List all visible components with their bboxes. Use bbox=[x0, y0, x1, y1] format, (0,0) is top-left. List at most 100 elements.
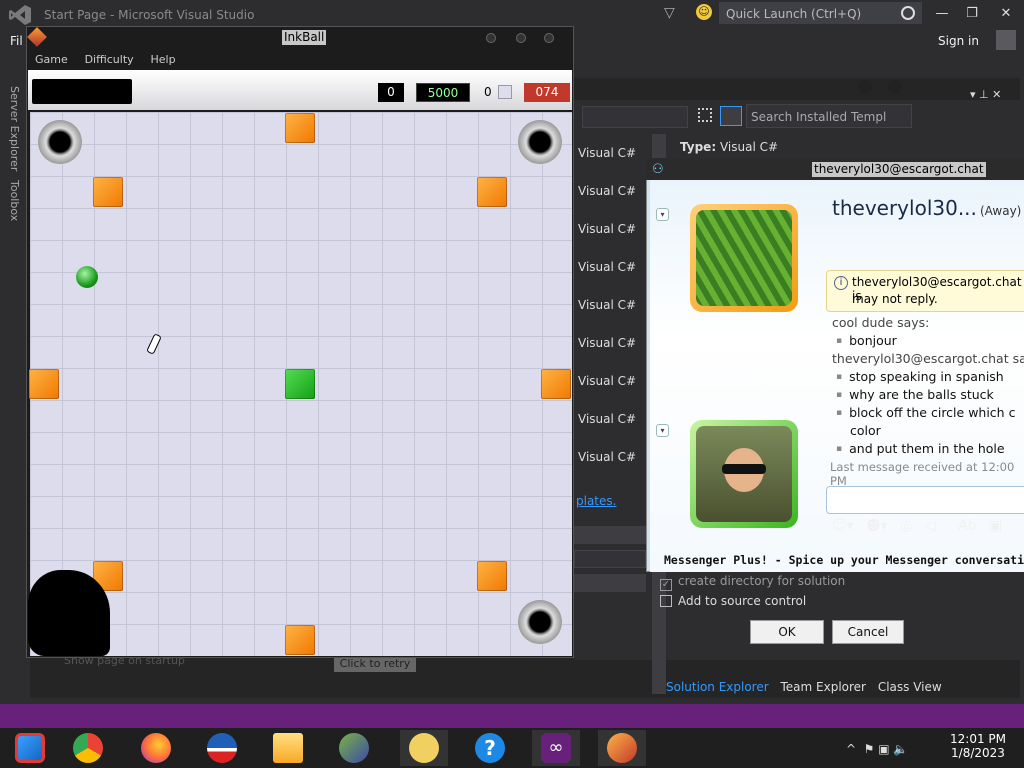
wink-icon[interactable]: ☻▾ bbox=[866, 518, 888, 534]
feedback-smiley-icon[interactable]: ☺ bbox=[696, 4, 712, 20]
contact-name: theverylol30... bbox=[832, 196, 977, 220]
ink-color-queue bbox=[32, 79, 132, 104]
network-people-icon[interactable] bbox=[330, 730, 378, 766]
template-item[interactable]: Visual C# bbox=[578, 184, 648, 198]
ink-count: 0 bbox=[484, 85, 492, 99]
message-text: why are the balls stuck bbox=[836, 387, 994, 402]
cancel-button[interactable]: Cancel bbox=[832, 620, 904, 644]
message-sender: cool dude says: bbox=[832, 315, 930, 330]
list-view-icon[interactable] bbox=[720, 106, 742, 126]
control-panel-icon[interactable] bbox=[6, 730, 54, 766]
add-source-control-checkbox[interactable]: Add to source control bbox=[660, 594, 806, 608]
template-item[interactable]: Visual C# bbox=[578, 298, 648, 312]
template-item[interactable]: Visual C# bbox=[578, 336, 648, 350]
hole bbox=[518, 120, 562, 164]
bottom-panel-tabs: Solution Explorer Team Explorer Class Vi… bbox=[666, 680, 950, 700]
tab-team-explorer[interactable]: Team Explorer bbox=[781, 680, 867, 694]
own-avatar[interactable] bbox=[690, 420, 798, 528]
inkball-icon[interactable] bbox=[598, 730, 646, 766]
pin-icon[interactable]: ▾ ⊥ ✕ bbox=[970, 88, 1001, 101]
clock[interactable]: 12:01 PM 1/8/2023 bbox=[940, 732, 1016, 760]
vs-status-bar bbox=[0, 704, 1024, 728]
tab-solution-explorer[interactable]: Solution Explorer bbox=[666, 680, 769, 694]
name-field[interactable] bbox=[574, 526, 646, 544]
inkball-glyph bbox=[607, 733, 637, 763]
template-item[interactable]: Visual C# bbox=[578, 450, 648, 464]
dialog-close-icon[interactable] bbox=[888, 80, 902, 94]
messenger-buddy-icon[interactable] bbox=[400, 730, 448, 766]
menu-difficulty[interactable]: Difficulty bbox=[85, 53, 134, 66]
menu-game[interactable]: Game bbox=[35, 53, 68, 66]
server-explorer-tab[interactable]: Server Explorer bbox=[8, 86, 21, 171]
close-icon[interactable]: ✕ bbox=[996, 4, 1016, 24]
orange-block bbox=[29, 369, 59, 399]
sign-in-link[interactable]: Sign in bbox=[938, 34, 979, 48]
nudge-icon[interactable]: ◎ bbox=[900, 518, 912, 534]
message-input[interactable] bbox=[826, 486, 1024, 514]
grid-view-icon[interactable] bbox=[698, 108, 712, 122]
firefox-glyph bbox=[141, 733, 171, 763]
contact-avatar[interactable] bbox=[690, 204, 798, 312]
chrome-glyph bbox=[73, 733, 103, 763]
visual-studio-icon[interactable]: ∞ bbox=[532, 730, 580, 766]
account-icon[interactable] bbox=[996, 30, 1016, 50]
create-directory-label: create directory for solution bbox=[678, 574, 846, 588]
sort-dropdown[interactable] bbox=[582, 106, 688, 128]
background-icon[interactable]: ▣ bbox=[989, 518, 1002, 534]
emoticon-icon[interactable]: ☺▾ bbox=[832, 518, 854, 534]
info-icon: i bbox=[834, 276, 848, 290]
file-explorer-icon[interactable] bbox=[264, 730, 312, 766]
orange-block bbox=[477, 561, 507, 591]
retry-button[interactable]: Click to retry bbox=[334, 656, 416, 672]
ok-button[interactable]: OK bbox=[750, 620, 824, 644]
template-item[interactable]: Visual C# bbox=[578, 412, 648, 426]
control-panel-glyph bbox=[15, 733, 45, 763]
orange-block bbox=[477, 177, 507, 207]
location-dropdown[interactable] bbox=[574, 550, 646, 568]
collapse-chevron-icon[interactable]: ▾ bbox=[656, 424, 669, 437]
template-item[interactable]: Visual C# bbox=[578, 146, 648, 160]
voice-clip-icon[interactable]: ◁ bbox=[925, 518, 936, 534]
firefox-icon[interactable] bbox=[132, 730, 180, 766]
solution-name-field[interactable] bbox=[574, 574, 646, 592]
search-icon bbox=[901, 6, 915, 20]
balls-count: 0 bbox=[378, 83, 404, 102]
contact-status: (Away) bbox=[980, 204, 1022, 218]
minimize-icon[interactable]: — bbox=[932, 4, 952, 24]
create-directory-checkbox[interactable]: ✓ create directory for solution bbox=[660, 574, 845, 591]
chrome-icon[interactable] bbox=[64, 730, 112, 766]
vs-window-title: Start Page - Microsoft Visual Studio bbox=[44, 8, 255, 22]
toolbox-tab[interactable]: Toolbox bbox=[8, 180, 21, 221]
quick-launch-input[interactable]: Quick Launch (Ctrl+Q) bbox=[719, 2, 922, 24]
orange-block bbox=[93, 177, 123, 207]
help-icon[interactable]: ? bbox=[466, 730, 514, 766]
menu-file[interactable]: Fil bbox=[10, 34, 23, 48]
orange-block bbox=[285, 625, 315, 655]
online-templates-link[interactable]: plates. bbox=[576, 494, 616, 508]
tab-class-view[interactable]: Class View bbox=[878, 680, 942, 694]
add-source-control-label: Add to source control bbox=[678, 594, 807, 608]
template-item[interactable]: Visual C# bbox=[578, 222, 648, 236]
orange-block bbox=[541, 369, 571, 399]
feedback-filter-icon[interactable]: ▽ bbox=[664, 5, 675, 21]
font-icon[interactable]: Ab bbox=[958, 518, 976, 534]
template-item[interactable]: Visual C# bbox=[578, 374, 648, 388]
inkball-board[interactable] bbox=[29, 112, 572, 656]
type-value: Visual C# bbox=[719, 140, 779, 154]
dialog-help-icon[interactable] bbox=[858, 80, 872, 94]
inkball-minimize-icon[interactable] bbox=[486, 33, 496, 43]
messenger-plus-banner[interactable]: Messenger Plus! - Spice up your Messenge… bbox=[664, 553, 1024, 567]
search-templates-input[interactable]: Search Installed Templ bbox=[746, 104, 912, 128]
message-text: and put them in the hole bbox=[836, 441, 1004, 456]
collapse-chevron-icon[interactable]: ▾ bbox=[656, 208, 669, 221]
obama-logo-icon[interactable] bbox=[198, 730, 246, 766]
menu-help[interactable]: Help bbox=[150, 53, 175, 66]
inkball-maximize-icon[interactable] bbox=[516, 33, 526, 43]
vs-glyph: ∞ bbox=[541, 733, 571, 763]
system-tray[interactable]: ^ ⚑ ▣ 🔈 bbox=[846, 742, 908, 756]
template-item[interactable]: Visual C# bbox=[578, 260, 648, 274]
restore-icon[interactable]: ❐ bbox=[962, 4, 982, 24]
score-display: 5000 bbox=[416, 83, 470, 102]
clock-date: 1/8/2023 bbox=[951, 746, 1005, 760]
inkball-close-icon[interactable] bbox=[544, 33, 554, 43]
